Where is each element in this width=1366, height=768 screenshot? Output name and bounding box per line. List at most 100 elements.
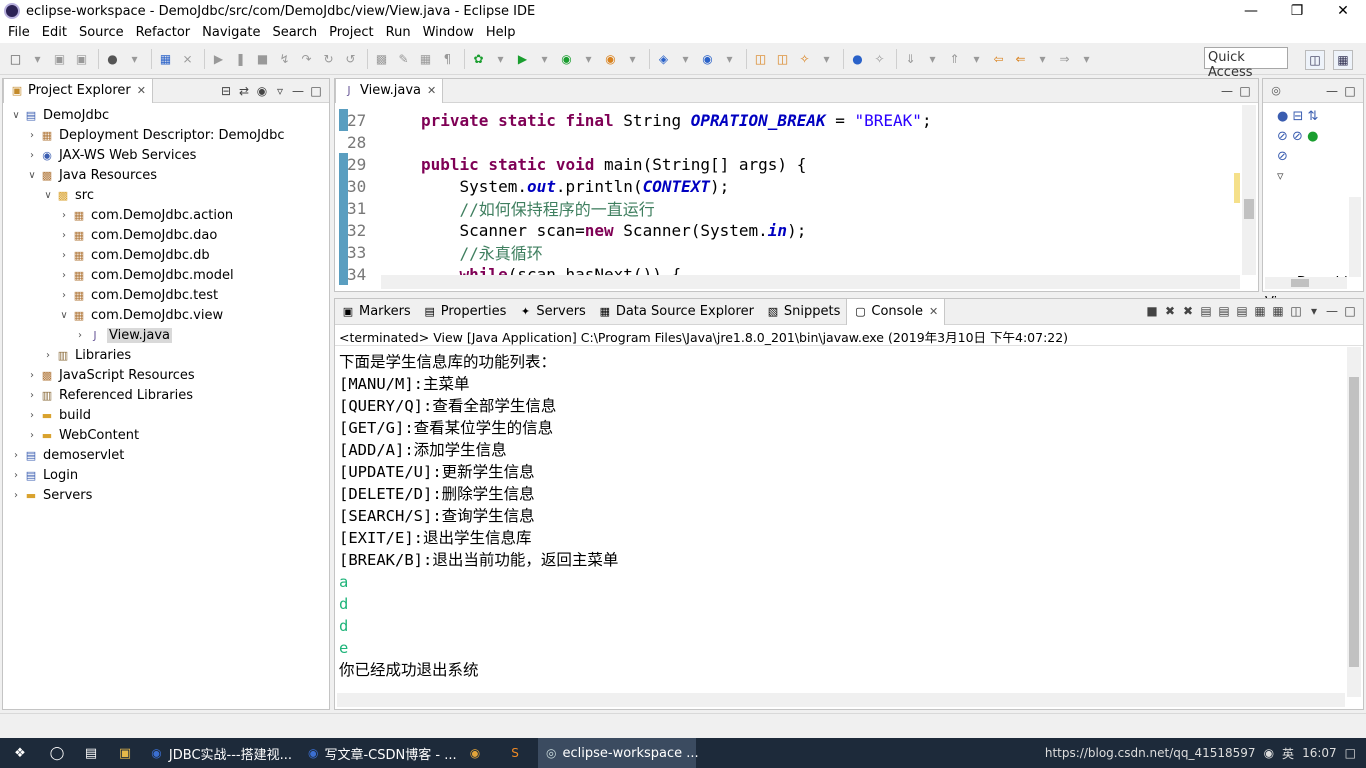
- dropdown-icon[interactable]: ▾: [1305, 304, 1323, 318]
- terminate-icon[interactable]: ■: [253, 49, 272, 68]
- network-icon[interactable]: ◉: [1264, 746, 1274, 760]
- file-explorer-icon[interactable]: ▣: [108, 738, 142, 768]
- console-horizontal-scrollbar[interactable]: [337, 693, 1345, 707]
- show-whitespace-icon[interactable]: ¶: [438, 49, 457, 68]
- forward-icon[interactable]: ⇒: [1055, 49, 1074, 68]
- coverage-icon[interactable]: ◉: [557, 49, 576, 68]
- toggle-mark-icon[interactable]: ▩: [372, 49, 391, 68]
- dropdown-icon[interactable]: ▾: [720, 49, 739, 68]
- chevron-right-icon[interactable]: ›: [57, 270, 71, 281]
- remove-launch-icon[interactable]: ✖: [1161, 304, 1179, 318]
- suspend-icon[interactable]: ❚: [231, 49, 250, 68]
- public-members-icon[interactable]: ●: [1307, 129, 1318, 144]
- save-all-icon[interactable]: ▣: [72, 49, 91, 68]
- menu-source[interactable]: Source: [73, 25, 130, 40]
- tab-snippets[interactable]: ▧ Snippets: [760, 299, 846, 325]
- cortana-icon[interactable]: ◯: [40, 738, 74, 768]
- back-icon[interactable]: ⇐: [1011, 49, 1030, 68]
- search-icon[interactable]: ✧: [795, 49, 814, 68]
- tree-item[interactable]: › ▦ com.DemoJdbc.model: [3, 265, 329, 285]
- ime-indicator[interactable]: 英: [1282, 745, 1294, 762]
- next-annotation-icon[interactable]: ⇓: [901, 49, 920, 68]
- outline-horizontal-scrollbar[interactable]: [1265, 277, 1347, 289]
- tree-item[interactable]: › ▦ com.DemoJdbc.test: [3, 285, 329, 305]
- chevron-right-icon[interactable]: ›: [25, 370, 39, 381]
- dropdown-icon[interactable]: ▾: [491, 49, 510, 68]
- chevron-right-icon[interactable]: ›: [57, 290, 71, 301]
- java-ee-perspective-icon[interactable]: ▦: [1333, 50, 1353, 70]
- menu-help[interactable]: Help: [480, 25, 522, 40]
- dropdown-icon[interactable]: ▾: [125, 49, 144, 68]
- run-icon[interactable]: ▶: [513, 49, 532, 68]
- dropdown-icon[interactable]: ▾: [676, 49, 695, 68]
- word-wrap-icon[interactable]: ▤: [1215, 304, 1233, 318]
- outline-vertical-scrollbar[interactable]: [1349, 197, 1361, 277]
- menu-run[interactable]: Run: [380, 25, 417, 40]
- external-tools-icon[interactable]: ◉: [601, 49, 620, 68]
- tab-view-java[interactable]: J View.java ✕: [335, 78, 444, 103]
- notification-icon[interactable]: □: [1345, 746, 1356, 760]
- maximize-icon[interactable]: □: [1341, 304, 1359, 318]
- minimize-button[interactable]: —: [1228, 0, 1274, 22]
- toggle-block-icon[interactable]: ▦: [416, 49, 435, 68]
- chevron-right-icon[interactable]: ›: [25, 130, 39, 141]
- tree-item[interactable]: › ▥ Referenced Libraries: [3, 385, 329, 405]
- taskbar-item[interactable]: ◉ 写文章-CSDN博客 - ...: [300, 738, 458, 768]
- skip-breakpoints-icon[interactable]: ⨯: [178, 49, 197, 68]
- tree-item[interactable]: › ▥ Libraries: [3, 345, 329, 365]
- tree-item[interactable]: › ▦ Deployment Descriptor: DemoJdbc: [3, 125, 329, 145]
- web-browser-icon[interactable]: ●: [848, 49, 867, 68]
- pin-console-icon[interactable]: ▤: [1233, 304, 1251, 318]
- filter-icon[interactable]: ◉: [253, 84, 271, 98]
- tab-data-source-explorer[interactable]: ▦ Data Source Explorer: [592, 299, 760, 325]
- prev-annotation-icon[interactable]: ⇑: [945, 49, 964, 68]
- collapse-all-icon[interactable]: ⊟: [217, 84, 235, 98]
- save-icon[interactable]: ▣: [50, 49, 69, 68]
- maximize-icon[interactable]: □: [1236, 84, 1254, 98]
- menu-project[interactable]: Project: [323, 25, 379, 40]
- disconnect-icon[interactable]: ↯: [275, 49, 294, 68]
- clock[interactable]: 16:07: [1302, 746, 1337, 760]
- dropdown-icon[interactable]: ▾: [535, 49, 554, 68]
- tab-project-explorer[interactable]: ▣ Project Explorer ✕: [3, 78, 153, 103]
- minimize-icon[interactable]: —: [1323, 84, 1341, 98]
- close-button[interactable]: ✕: [1320, 0, 1366, 22]
- hide-local-types-icon[interactable]: ⊘: [1277, 149, 1288, 164]
- tree-item[interactable]: ∨ ▦ com.DemoJdbc.view: [3, 305, 329, 325]
- taskbar-item[interactable]: ◎ eclipse-workspace ...: [538, 738, 699, 768]
- sort-icon[interactable]: ⇅: [1308, 109, 1319, 124]
- console-vertical-scrollbar[interactable]: [1347, 347, 1361, 697]
- tree-item[interactable]: › ▦ com.DemoJdbc.dao: [3, 225, 329, 245]
- taskbar-item[interactable]: S: [498, 738, 538, 768]
- chevron-right-icon[interactable]: ›: [57, 230, 71, 241]
- dropdown-icon[interactable]: ▾: [579, 49, 598, 68]
- tree-item[interactable]: › ▩ JavaScript Resources: [3, 365, 329, 385]
- minimize-icon[interactable]: —: [289, 84, 307, 98]
- chevron-right-icon[interactable]: ›: [9, 490, 23, 501]
- clear-console-icon[interactable]: ■: [1143, 304, 1161, 318]
- chevron-down-icon[interactable]: ∨: [25, 170, 39, 181]
- tree-item[interactable]: › ▬ build: [3, 405, 329, 425]
- chevron-down-icon[interactable]: ∨: [9, 110, 23, 121]
- task-view-icon[interactable]: ▤: [74, 738, 108, 768]
- open-perspective-icon[interactable]: ◫: [1305, 50, 1325, 70]
- link-editor-icon[interactable]: ⇄: [235, 84, 253, 98]
- windows-start-icon[interactable]: ❖: [0, 738, 40, 768]
- chevron-right-icon[interactable]: ›: [41, 350, 55, 361]
- maximize-icon[interactable]: □: [307, 84, 325, 98]
- editor-vertical-scrollbar[interactable]: [1242, 105, 1256, 275]
- quick-access-input[interactable]: Quick Access: [1204, 47, 1288, 80]
- chevron-right-icon[interactable]: ›: [57, 210, 71, 221]
- dropdown-icon[interactable]: ▾: [28, 49, 47, 68]
- console-output[interactable]: 下面是学生信息库的功能列表： [MANU/M]:主菜单 [QUERY/Q]:查看全部…: [339, 351, 618, 681]
- tree-item[interactable]: ∨ ▤ DemoJdbc: [3, 105, 329, 125]
- tab-markers[interactable]: ▣ Markers: [335, 299, 417, 325]
- tree-item[interactable]: › ▬ Servers: [3, 485, 329, 505]
- maximize-icon[interactable]: □: [1341, 84, 1359, 98]
- close-icon[interactable]: ✕: [137, 84, 146, 97]
- tree-item[interactable]: › ▤ Login: [3, 465, 329, 485]
- menu-window[interactable]: Window: [417, 25, 480, 40]
- chevron-right-icon[interactable]: ›: [9, 470, 23, 481]
- dropdown-icon[interactable]: ▾: [1033, 49, 1052, 68]
- resume-icon[interactable]: ▶: [209, 49, 228, 68]
